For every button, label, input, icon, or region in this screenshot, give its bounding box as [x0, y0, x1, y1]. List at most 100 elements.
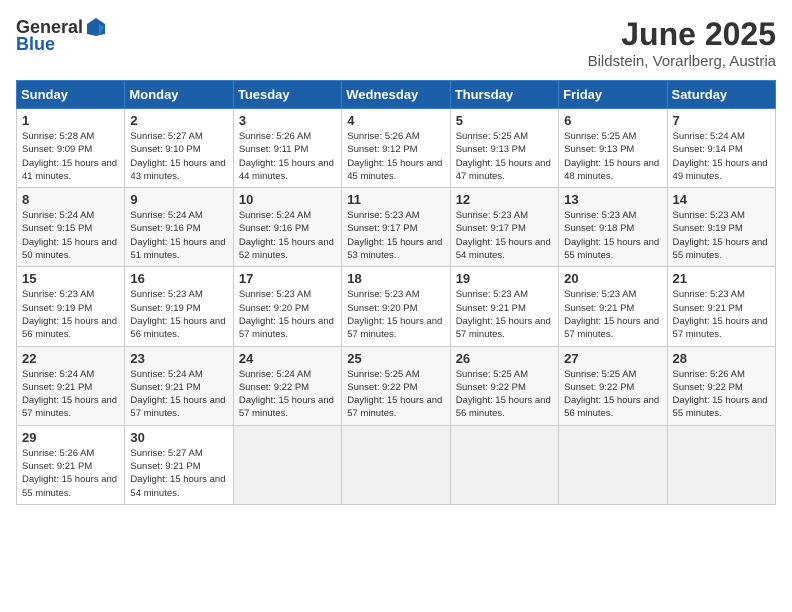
- day-number: 19: [456, 271, 553, 286]
- calendar-cell: 23 Sunrise: 5:24 AMSunset: 9:21 PMDayligh…: [125, 346, 233, 425]
- day-info: Sunrise: 5:25 AMSunset: 9:22 PMDaylight:…: [564, 368, 661, 421]
- day-number: 28: [673, 351, 770, 366]
- day-number: 18: [347, 271, 444, 286]
- calendar-cell: 13Sunrise: 5:23 AMSunset: 9:18 PMDayligh…: [559, 188, 667, 267]
- calendar-cell: 1 Sunrise: 5:28 AMSunset: 9:09 PMDaylight…: [17, 109, 125, 188]
- day-number: 22: [22, 351, 119, 366]
- day-info: Sunrise: 5:24 AMSunset: 9:22 PMDaylight:…: [239, 368, 336, 421]
- calendar-week-row: 15 Sunrise: 5:23 AMSunset: 9:19 PMDayligh…: [17, 267, 776, 346]
- day-number: 29: [22, 430, 119, 445]
- calendar-cell: 27 Sunrise: 5:25 AMSunset: 9:22 PMDayligh…: [559, 346, 667, 425]
- day-info: Sunrise: 5:26 AMSunset: 9:12 PMDaylight:…: [347, 130, 444, 183]
- day-number: 12: [456, 192, 553, 207]
- header-monday: Monday: [125, 81, 233, 109]
- calendar-cell: [450, 425, 558, 504]
- day-info: Sunrise: 5:26 AMSunset: 9:11 PMDaylight:…: [239, 130, 336, 183]
- calendar-cell: 2Sunrise: 5:27 AMSunset: 9:10 PMDaylight…: [125, 109, 233, 188]
- day-info: Sunrise: 5:23 AMSunset: 9:19 PMDaylight:…: [22, 288, 119, 341]
- day-number: 11: [347, 192, 444, 207]
- day-info: Sunrise: 5:23 AMSunset: 9:17 PMDaylight:…: [347, 209, 444, 262]
- day-info: Sunrise: 5:24 AMSunset: 9:21 PMDaylight:…: [130, 368, 227, 421]
- calendar-cell: 6 Sunrise: 5:25 AMSunset: 9:13 PMDaylight…: [559, 109, 667, 188]
- header-tuesday: Tuesday: [233, 81, 341, 109]
- day-info: Sunrise: 5:25 AMSunset: 9:22 PMDaylight:…: [347, 368, 444, 421]
- month-title: June 2025: [588, 16, 776, 53]
- day-number: 5: [456, 113, 553, 128]
- day-info: Sunrise: 5:23 AMSunset: 9:21 PMDaylight:…: [564, 288, 661, 341]
- day-info: Sunrise: 5:28 AMSunset: 9:09 PMDaylight:…: [22, 130, 119, 183]
- logo-icon: [85, 16, 107, 38]
- day-info: Sunrise: 5:23 AMSunset: 9:19 PMDaylight:…: [673, 209, 770, 262]
- calendar-cell: 24 Sunrise: 5:24 AMSunset: 9:22 PMDayligh…: [233, 346, 341, 425]
- title-area: June 2025 Bildstein, Vorarlberg, Austria: [588, 16, 776, 70]
- calendar-cell: 26 Sunrise: 5:25 AMSunset: 9:22 PMDayligh…: [450, 346, 558, 425]
- calendar-cell: 9Sunrise: 5:24 AMSunset: 9:16 PMDaylight…: [125, 188, 233, 267]
- calendar-cell: 19 Sunrise: 5:23 AMSunset: 9:21 PMDayligh…: [450, 267, 558, 346]
- location-title: Bildstein, Vorarlberg, Austria: [588, 53, 776, 70]
- day-number: 7: [673, 113, 770, 128]
- day-info: Sunrise: 5:25 AMSunset: 9:22 PMDaylight:…: [456, 368, 553, 421]
- calendar-cell: 8Sunrise: 5:24 AMSunset: 9:15 PMDaylight…: [17, 188, 125, 267]
- calendar-cell: 25 Sunrise: 5:25 AMSunset: 9:22 PMDayligh…: [342, 346, 450, 425]
- calendar-table: Sunday Monday Tuesday Wednesday Thursday…: [16, 80, 776, 505]
- calendar-week-row: 22 Sunrise: 5:24 AMSunset: 9:21 PMDayligh…: [17, 346, 776, 425]
- day-number: 15: [22, 271, 119, 286]
- day-info: Sunrise: 5:24 AMSunset: 9:16 PMDaylight:…: [239, 209, 336, 262]
- day-number: 21: [673, 271, 770, 286]
- calendar-cell: 5 Sunrise: 5:25 AMSunset: 9:13 PMDaylight…: [450, 109, 558, 188]
- page-header: General Blue June 2025 Bildstein, Vorarl…: [16, 16, 776, 70]
- day-number: 4: [347, 113, 444, 128]
- calendar-cell: 14Sunrise: 5:23 AMSunset: 9:19 PMDayligh…: [667, 188, 775, 267]
- calendar-cell: 20 Sunrise: 5:23 AMSunset: 9:21 PMDayligh…: [559, 267, 667, 346]
- day-number: 23: [130, 351, 227, 366]
- day-info: Sunrise: 5:23 AMSunset: 9:21 PMDaylight:…: [673, 288, 770, 341]
- day-number: 3: [239, 113, 336, 128]
- weekday-header-row: Sunday Monday Tuesday Wednesday Thursday…: [17, 81, 776, 109]
- calendar-cell: 10 Sunrise: 5:24 AMSunset: 9:16 PMDayligh…: [233, 188, 341, 267]
- calendar-cell: [233, 425, 341, 504]
- calendar-cell: 18 Sunrise: 5:23 AMSunset: 9:20 PMDayligh…: [342, 267, 450, 346]
- calendar-cell: 28Sunrise: 5:26 AMSunset: 9:22 PMDayligh…: [667, 346, 775, 425]
- calendar-cell: 3 Sunrise: 5:26 AMSunset: 9:11 PMDaylight…: [233, 109, 341, 188]
- calendar-cell: [559, 425, 667, 504]
- calendar-cell: 15 Sunrise: 5:23 AMSunset: 9:19 PMDayligh…: [17, 267, 125, 346]
- day-info: Sunrise: 5:26 AMSunset: 9:21 PMDaylight:…: [22, 447, 119, 500]
- calendar-cell: 16 Sunrise: 5:23 AMSunset: 9:19 PMDayligh…: [125, 267, 233, 346]
- calendar-cell: 4 Sunrise: 5:26 AMSunset: 9:12 PMDaylight…: [342, 109, 450, 188]
- day-info: Sunrise: 5:23 AMSunset: 9:20 PMDaylight:…: [347, 288, 444, 341]
- header-friday: Friday: [559, 81, 667, 109]
- calendar-cell: 30Sunrise: 5:27 AMSunset: 9:21 PMDayligh…: [125, 425, 233, 504]
- calendar-cell: 22 Sunrise: 5:24 AMSunset: 9:21 PMDayligh…: [17, 346, 125, 425]
- header-thursday: Thursday: [450, 81, 558, 109]
- day-number: 30: [130, 430, 227, 445]
- day-info: Sunrise: 5:27 AMSunset: 9:10 PMDaylight:…: [130, 130, 227, 183]
- calendar-week-row: 1 Sunrise: 5:28 AMSunset: 9:09 PMDaylight…: [17, 109, 776, 188]
- day-number: 6: [564, 113, 661, 128]
- calendar-cell: 17Sunrise: 5:23 AMSunset: 9:20 PMDayligh…: [233, 267, 341, 346]
- calendar-cell: 21 Sunrise: 5:23 AMSunset: 9:21 PMDayligh…: [667, 267, 775, 346]
- day-number: 26: [456, 351, 553, 366]
- day-number: 1: [22, 113, 119, 128]
- day-number: 25: [347, 351, 444, 366]
- day-number: 24: [239, 351, 336, 366]
- day-info: Sunrise: 5:23 AMSunset: 9:21 PMDaylight:…: [456, 288, 553, 341]
- calendar-cell: 7 Sunrise: 5:24 AMSunset: 9:14 PMDaylight…: [667, 109, 775, 188]
- calendar-cell: 11 Sunrise: 5:23 AMSunset: 9:17 PMDayligh…: [342, 188, 450, 267]
- header-saturday: Saturday: [667, 81, 775, 109]
- calendar-week-row: 29 Sunrise: 5:26 AMSunset: 9:21 PMDayligh…: [17, 425, 776, 504]
- day-info: Sunrise: 5:24 AMSunset: 9:21 PMDaylight:…: [22, 368, 119, 421]
- calendar-cell: [667, 425, 775, 504]
- day-info: Sunrise: 5:23 AMSunset: 9:20 PMDaylight:…: [239, 288, 336, 341]
- day-info: Sunrise: 5:25 AMSunset: 9:13 PMDaylight:…: [564, 130, 661, 183]
- day-number: 8: [22, 192, 119, 207]
- day-number: 10: [239, 192, 336, 207]
- day-number: 16: [130, 271, 227, 286]
- day-number: 20: [564, 271, 661, 286]
- day-info: Sunrise: 5:25 AMSunset: 9:13 PMDaylight:…: [456, 130, 553, 183]
- day-info: Sunrise: 5:24 AMSunset: 9:14 PMDaylight:…: [673, 130, 770, 183]
- day-info: Sunrise: 5:23 AMSunset: 9:19 PMDaylight:…: [130, 288, 227, 341]
- day-info: Sunrise: 5:23 AMSunset: 9:17 PMDaylight:…: [456, 209, 553, 262]
- day-number: 27: [564, 351, 661, 366]
- logo: General Blue: [16, 16, 109, 55]
- day-number: 9: [130, 192, 227, 207]
